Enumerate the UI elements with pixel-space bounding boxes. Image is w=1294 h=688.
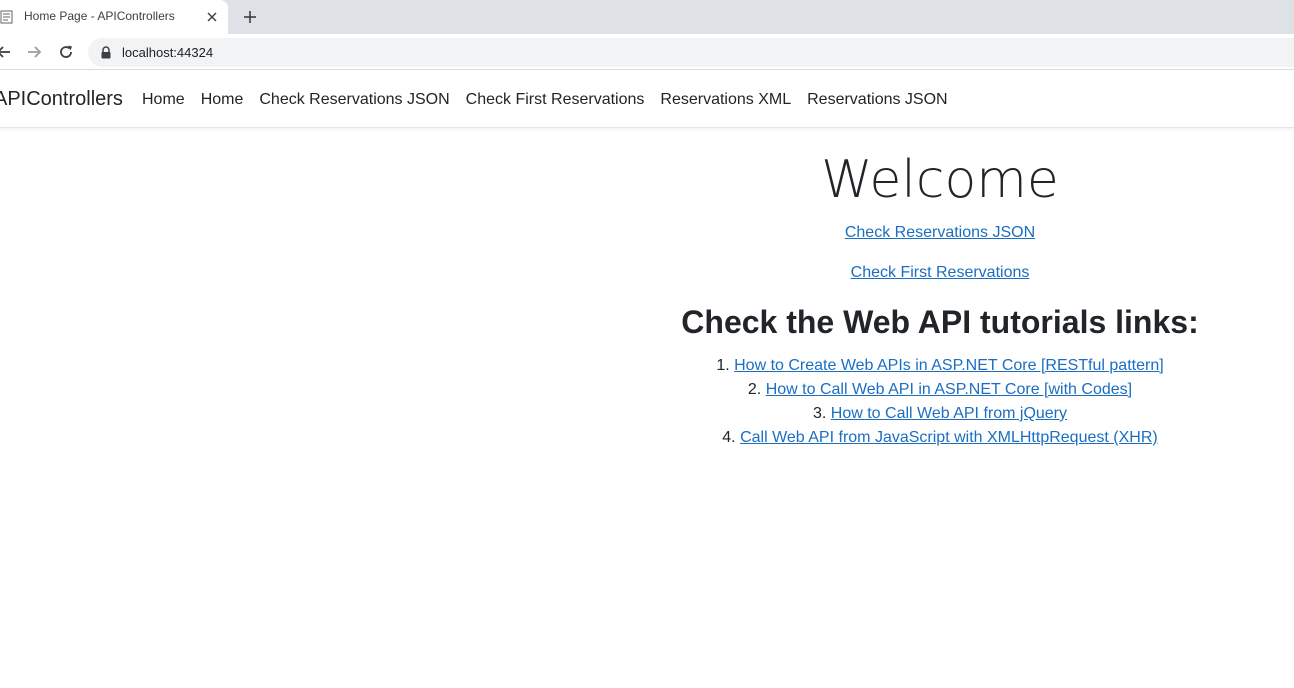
lock-icon [100, 46, 112, 59]
nav-links: Home Home Check Reservations JSON Check … [134, 89, 956, 111]
tutorial-link[interactable]: How to Call Web API from jQuery [831, 405, 1067, 422]
close-icon[interactable] [204, 9, 220, 25]
link-paragraph: Check Reservations JSON [648, 223, 1232, 242]
list-number: 4. [722, 428, 736, 446]
browser-tab-strip: Home Page - APIControllers [0, 0, 1294, 34]
nav-link-check-first-reservations[interactable]: Check First Reservations [458, 89, 653, 111]
link-paragraph: Check First Reservations [648, 263, 1232, 282]
nav-link-check-reservations-json[interactable]: Check Reservations JSON [251, 89, 457, 111]
browser-toolbar: localhost:44324 [0, 34, 1294, 70]
tutorials-list: 1. How to Create Web APIs in ASP.NET Cor… [648, 354, 1232, 450]
plus-icon[interactable] [240, 7, 260, 27]
nav-link-home[interactable]: Home [134, 89, 193, 111]
check-first-reservations-link[interactable]: Check First Reservations [851, 264, 1030, 281]
url-text: localhost:44324 [122, 45, 214, 60]
list-item: 1. How to Create Web APIs in ASP.NET Cor… [648, 354, 1232, 378]
nav-link-home-2[interactable]: Home [193, 89, 252, 111]
list-item: 2. How to Call Web API in ASP.NET Core [… [648, 378, 1232, 402]
list-number: 3. [812, 404, 827, 422]
site-navbar: APIControllers Home Home Check Reservati… [0, 71, 1294, 128]
nav-link-reservations-json[interactable]: Reservations JSON [799, 89, 956, 111]
tutorial-link[interactable]: Call Web API from JavaScript with XMLHtt… [740, 429, 1158, 446]
tutorials-heading: Check the Web API tutorials links: [681, 304, 1199, 341]
arrow-left-icon[interactable] [0, 42, 14, 62]
list-item: 3. How to Call Web API from jQuery [648, 402, 1232, 426]
list-item: 4. Call Web API from JavaScript with XML… [648, 426, 1232, 450]
tutorial-link[interactable]: How to Call Web API in ASP.NET Core [wit… [766, 381, 1132, 398]
nav-link-reservations-xml[interactable]: Reservations XML [652, 89, 799, 111]
page-icon [0, 10, 16, 24]
tutorial-link[interactable]: How to Create Web APIs in ASP.NET Core [… [734, 357, 1164, 374]
reload-icon[interactable] [56, 42, 76, 62]
brand-link[interactable]: APIControllers [0, 88, 123, 111]
page-title: Welcome [821, 150, 1059, 210]
browser-tab[interactable]: Home Page - APIControllers [0, 0, 228, 34]
arrow-right-icon[interactable] [24, 42, 44, 62]
check-reservations-json-link[interactable]: Check Reservations JSON [845, 224, 1035, 241]
tab-title: Home Page - APIControllers [24, 9, 175, 23]
address-bar[interactable]: localhost:44324 [88, 38, 1294, 67]
main-content: Welcome Check Reservations JSON Check Fi… [648, 128, 1232, 450]
list-number: 1. [716, 356, 730, 374]
list-number: 2. [747, 380, 762, 398]
